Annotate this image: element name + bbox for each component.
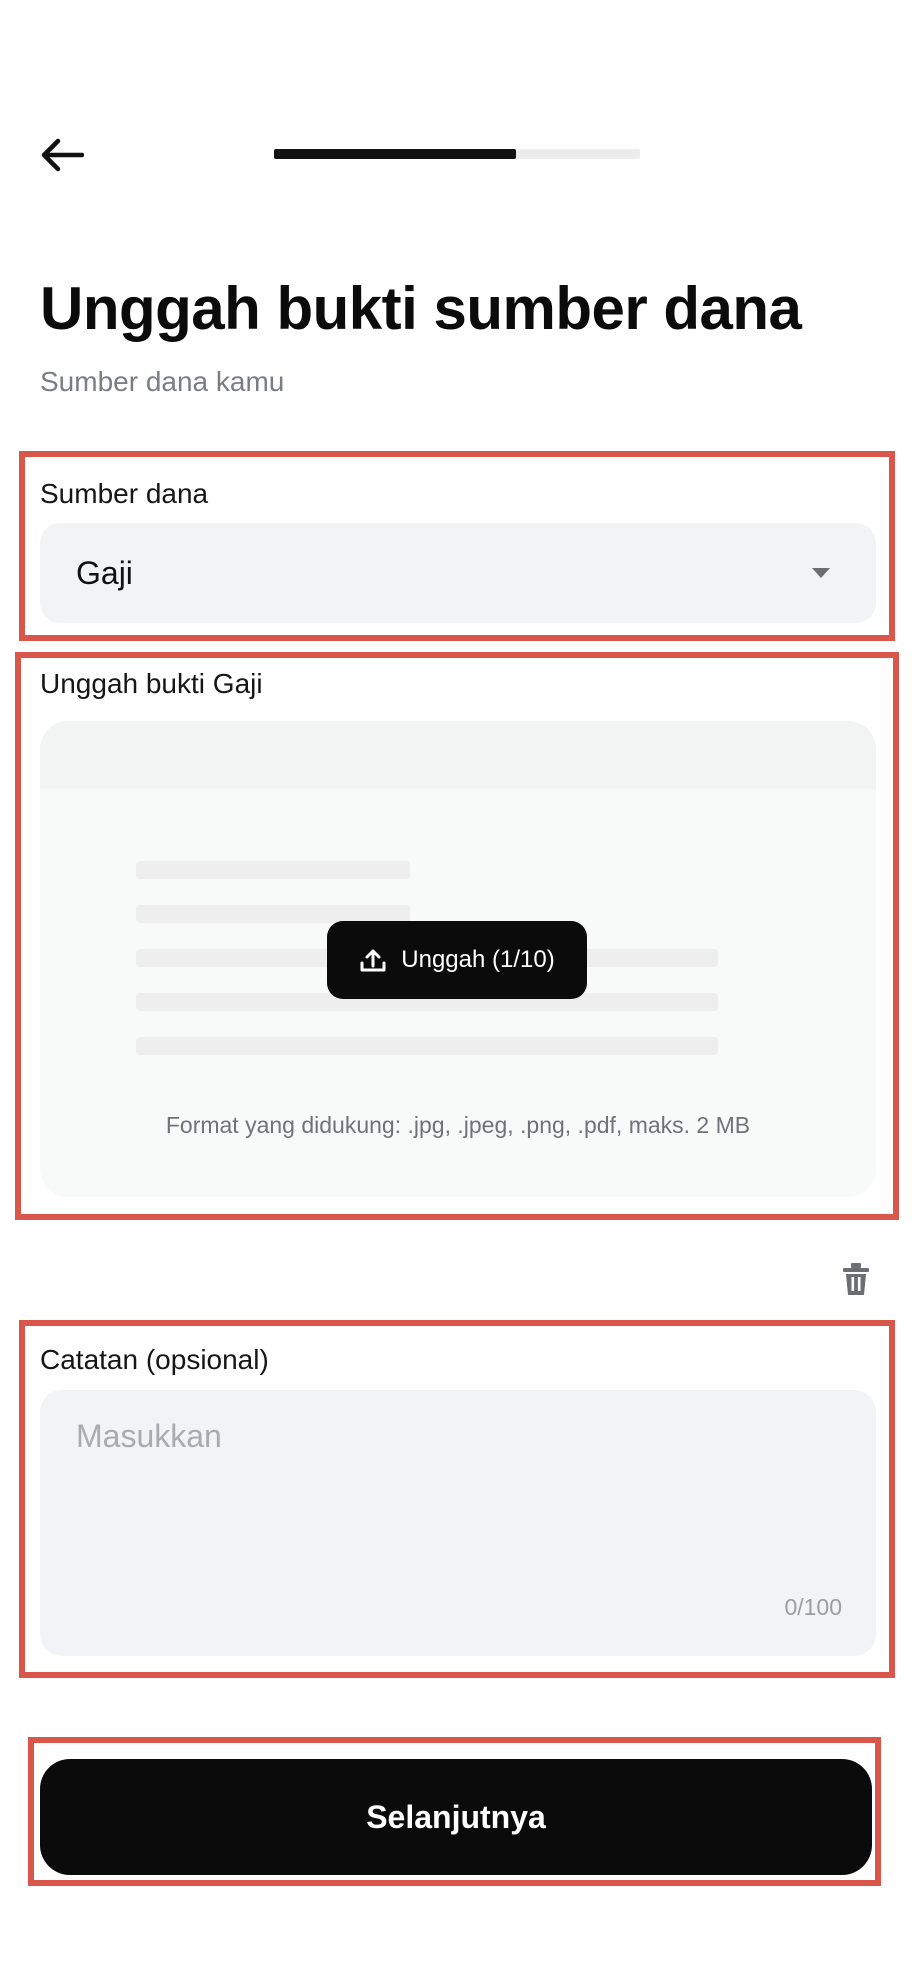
placeholder-line (136, 1037, 718, 1055)
arrow-left-icon (41, 138, 84, 172)
next-button[interactable]: Selanjutnya (40, 1759, 872, 1875)
source-select[interactable]: Gaji (40, 523, 876, 623)
upload-preview-header (40, 721, 876, 789)
trash-icon (843, 1263, 869, 1295)
page-title: Unggah bukti sumber dana (40, 275, 802, 342)
back-button[interactable] (34, 130, 90, 180)
delete-button[interactable] (836, 1257, 876, 1301)
note-char-counter: 0/100 (784, 1594, 842, 1620)
upload-label: Unggah bukti Gaji (40, 668, 263, 699)
note-label: Catatan (opsional) (40, 1344, 269, 1375)
source-label: Sumber dana (40, 478, 209, 509)
progress-bar-fill (274, 149, 516, 159)
upload-dropzone[interactable]: Unggah (1/10) Format yang didukung: .jpg… (40, 721, 876, 1197)
source-selected-value: Gaji (76, 554, 133, 591)
upload-proof-page: Unggah bukti sumber dana Sumber dana kam… (0, 0, 914, 1978)
caret-down-icon (812, 568, 830, 578)
supported-format-text: Format yang didukung: .jpg, .jpeg, .png,… (165, 1112, 751, 1138)
upload-button-label: Unggah (1/10) (401, 946, 555, 973)
upload-icon (360, 949, 386, 972)
upload-button[interactable]: Unggah (1/10) (327, 921, 587, 999)
page-subtitle: Sumber dana kamu (40, 366, 285, 397)
placeholder-line (136, 861, 410, 879)
progress-bar (274, 149, 640, 159)
